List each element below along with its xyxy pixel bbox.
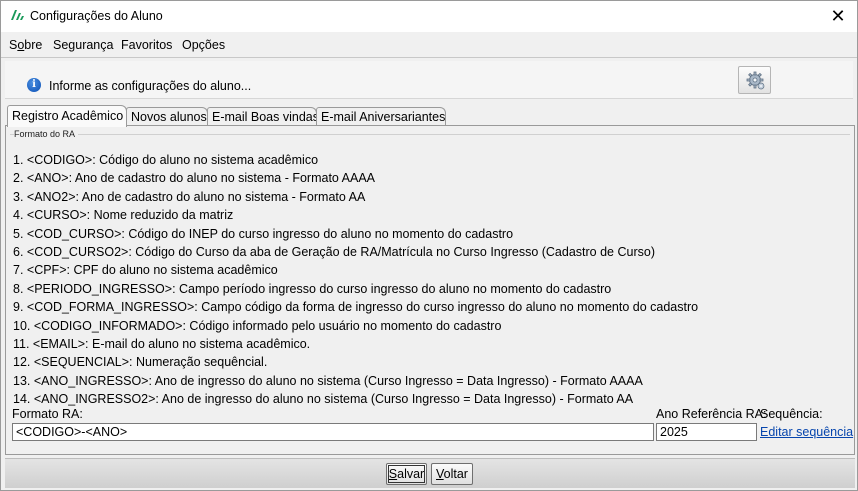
- list-item: 8. <PERIODO_INGRESSO>: Campo período ing…: [13, 281, 612, 296]
- list-item: 1. <CODIGO>: Código do aluno no sistema …: [13, 153, 319, 167]
- tab-novos-alunos[interactable]: Novos alunos: [126, 107, 208, 126]
- info-text: Informe as configurações do aluno...: [49, 79, 252, 93]
- list-item: 3. <ANO2>: Ano de cadastro do aluno no s…: [13, 189, 366, 204]
- sequencia-label: Sequência:: [760, 407, 823, 421]
- tab-email-aniversariantes[interactable]: E-mail Aniversariantes: [316, 107, 446, 126]
- app-logo-icon: [11, 10, 24, 20]
- voltar-button[interactable]: Voltar: [431, 463, 473, 485]
- group-divider: [10, 134, 850, 135]
- window-title: Configurações do Aluno: [30, 9, 163, 23]
- menu-opcoes[interactable]: Opções: [182, 38, 225, 52]
- header-panel: i Informe as configurações do aluno...: [5, 61, 853, 99]
- list-item: 14. <ANO_INGRESSO2>: Ano de ingresso do …: [13, 392, 634, 407]
- menu-bar: Sobre Segurança Favoritos Opções: [1, 32, 857, 58]
- formato-ra-input[interactable]: [12, 423, 654, 441]
- list-item: 13. <ANO_INGRESSO>: Ano de ingresso do a…: [13, 373, 643, 388]
- salvar-button[interactable]: Salvar: [386, 463, 427, 485]
- list-item: 2. <ANO>: Ano de cadastro do aluno no si…: [13, 171, 376, 186]
- tab-email-boas-vindas[interactable]: E-mail Boas vindas: [207, 107, 319, 126]
- group-legend: Formato do RA: [14, 129, 79, 139]
- field-list: 1. <CODIGO>: Código do aluno no sistema …: [13, 151, 698, 409]
- close-icon[interactable]: ✕: [827, 5, 849, 27]
- list-item: 7. <CPF>: CPF do aluno no sistema acadêm…: [13, 263, 278, 278]
- ano-referencia-input[interactable]: [656, 423, 757, 441]
- menu-favoritos[interactable]: Favoritos: [121, 38, 172, 52]
- configuracoes-aluno-window: Configurações do Aluno ✕ Sobre Segurança…: [0, 0, 858, 491]
- list-item: 5. <COD_CURSO>: Código do INEP do curso …: [13, 226, 514, 241]
- menu-seguranca[interactable]: Segurança: [53, 38, 113, 52]
- info-icon: i: [27, 78, 41, 92]
- tab-registro-academico[interactable]: Registro Acadêmico: [7, 105, 127, 127]
- menu-sobre[interactable]: Sobre: [9, 38, 42, 52]
- ano-referencia-label: Ano Referência RA:: [656, 407, 767, 421]
- list-item: 4. <CURSO>: Nome reduzido da matriz: [13, 208, 234, 223]
- gear-icon: [746, 71, 765, 90]
- formato-ra-label: Formato RA:: [12, 407, 83, 421]
- editar-sequencia-link[interactable]: Editar sequência: [760, 425, 853, 439]
- list-item: 9. <COD_FORMA_INGRESSO>: Campo código da…: [13, 300, 699, 315]
- list-item: 10. <CODIGO_INFORMADO>: Código informado…: [13, 318, 502, 333]
- list-item: 6. <COD_CURSO2>: Código do Curso da aba …: [13, 245, 655, 260]
- registro-academico-panel: Formato do RA 1. <CODIGO>: Código do alu…: [5, 125, 855, 455]
- settings-button[interactable]: [738, 66, 771, 94]
- list-item: 12. <SEQUENCIAL>: Numeração sequêncial.: [13, 355, 268, 370]
- list-item: 11. <EMAIL>: E-mail do aluno no sistema …: [13, 337, 311, 352]
- title-bar: Configurações do Aluno ✕: [1, 1, 857, 32]
- footer-bar: Salvar Voltar: [5, 458, 855, 488]
